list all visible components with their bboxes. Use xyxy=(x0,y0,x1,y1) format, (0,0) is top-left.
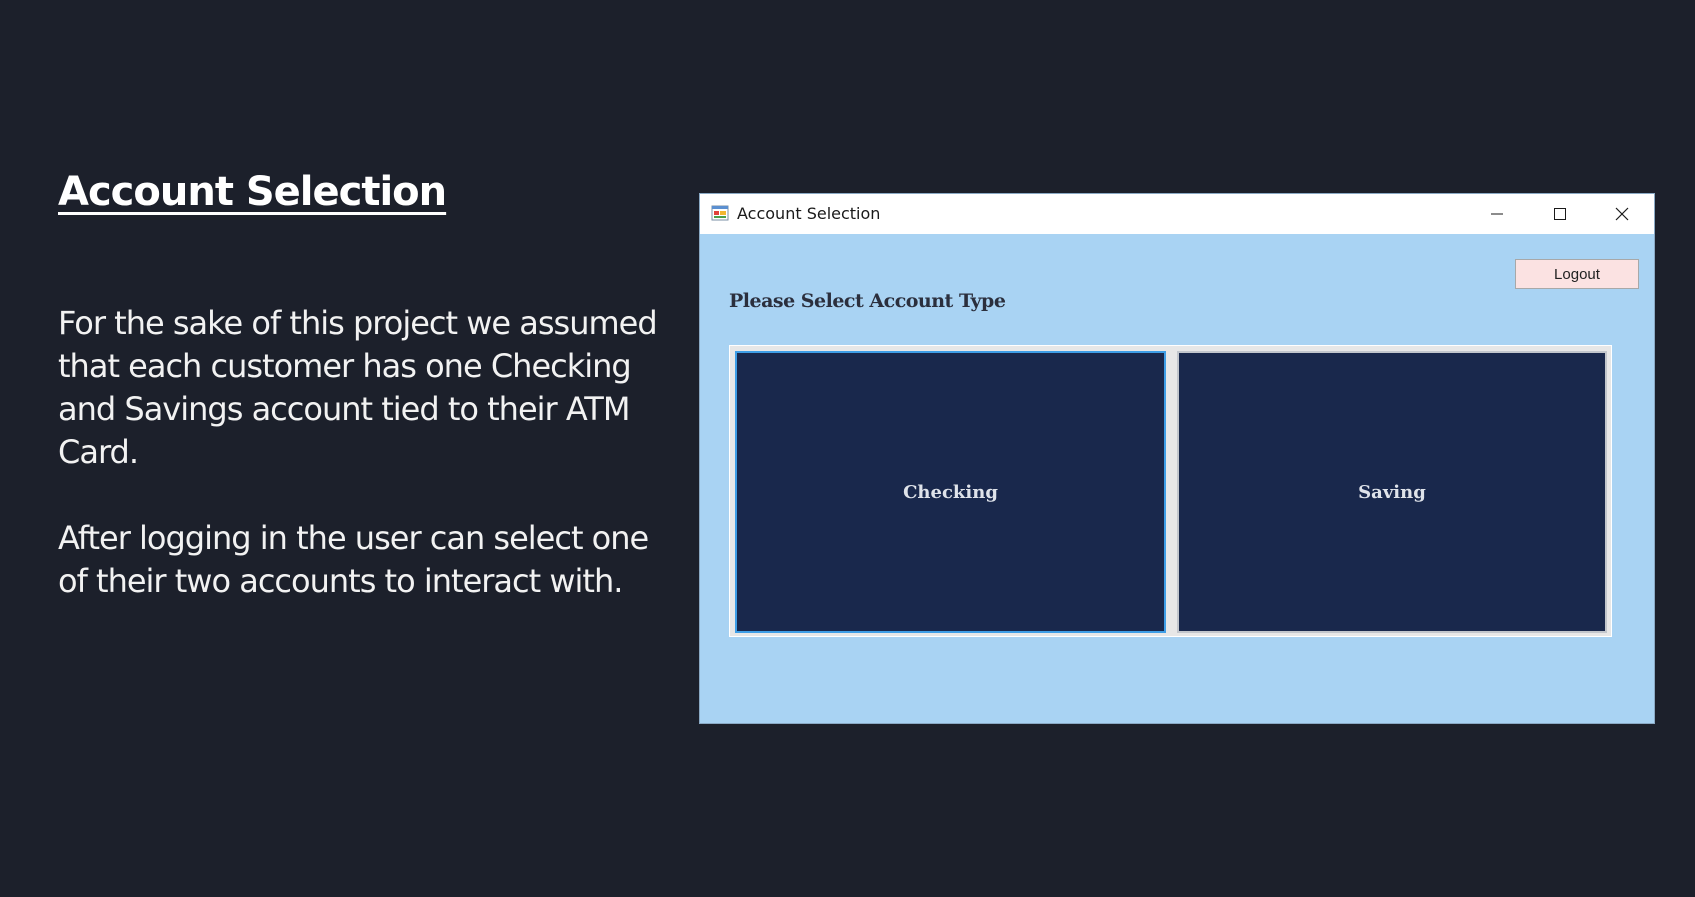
close-button[interactable] xyxy=(1592,194,1652,234)
window-titlebar[interactable]: Account Selection xyxy=(700,194,1654,234)
window-title: Account Selection xyxy=(737,204,881,223)
minimize-icon xyxy=(1491,213,1503,215)
maximize-button[interactable] xyxy=(1530,194,1590,234)
minimize-button[interactable] xyxy=(1467,194,1527,234)
slide-body: For the sake of this project we assumed … xyxy=(58,302,668,603)
maximize-icon xyxy=(1554,208,1566,220)
checking-account-button[interactable]: Checking xyxy=(735,351,1166,633)
account-selection-window: Account Selection Logout Please Select A… xyxy=(700,194,1654,723)
form-app-icon xyxy=(711,204,729,222)
slide-paragraph: For the sake of this project we assumed … xyxy=(58,304,658,471)
account-type-prompt: Please Select Account Type xyxy=(729,290,1006,312)
close-icon xyxy=(1615,207,1629,221)
slide-paragraph: After logging in the user can select one… xyxy=(58,519,649,600)
saving-account-button[interactable]: Saving xyxy=(1177,351,1607,633)
slide-title: Account Selection xyxy=(58,169,447,215)
logout-button[interactable]: Logout xyxy=(1515,259,1639,289)
account-button-group: Checking Saving xyxy=(729,345,1612,637)
